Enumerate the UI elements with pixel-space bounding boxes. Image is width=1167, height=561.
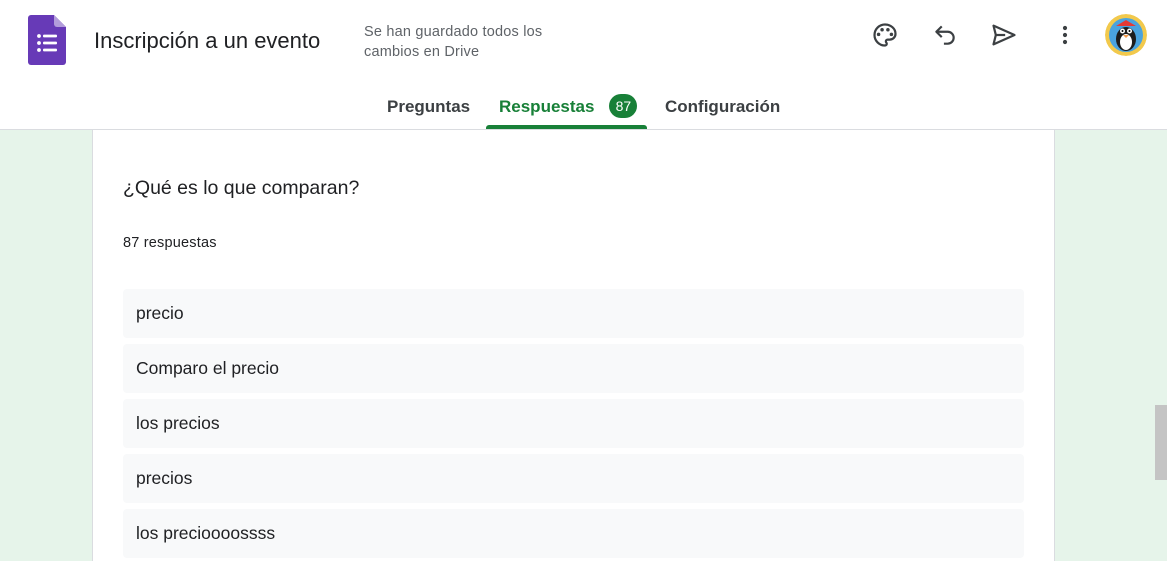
list-item: los precioooossss [123, 509, 1024, 558]
palette-icon [873, 23, 897, 47]
question-title: ¿Qué es lo que comparan? [123, 177, 360, 199]
active-tab-indicator [486, 125, 647, 129]
undo-button[interactable] [924, 14, 966, 56]
send-button[interactable] [983, 14, 1025, 56]
tab-label: Configuración [665, 97, 781, 116]
list-item: Comparo el precio [123, 344, 1024, 393]
response-count-badge: 87 [609, 94, 638, 118]
user-avatar[interactable] [1105, 14, 1147, 56]
tab-bar: Preguntas Respuestas 87 Configuración [0, 86, 1167, 130]
form-title[interactable]: Inscripción a un evento [94, 28, 320, 54]
more-options-button[interactable] [1044, 14, 1086, 56]
more-vert-icon [1062, 25, 1068, 45]
question-summary-card: ¿Qué es lo que comparan? 87 respuestas p… [92, 130, 1055, 561]
tab-label: Respuestas [499, 97, 595, 116]
palette-button[interactable] [864, 14, 906, 56]
response-count: 87 respuestas [123, 235, 217, 251]
tab-respuestas[interactable]: Respuestas 87 [499, 86, 638, 130]
list-item: precios [123, 454, 1024, 503]
tab-configuracion[interactable]: Configuración [665, 86, 780, 130]
tab-label: Preguntas [387, 97, 471, 116]
google-forms-icon[interactable] [28, 15, 66, 65]
scrollbar-thumb[interactable] [1155, 405, 1167, 480]
tab-preguntas[interactable]: Preguntas [387, 86, 470, 130]
undo-icon [935, 25, 955, 45]
send-icon [992, 24, 1016, 46]
list-item: los precios [123, 399, 1024, 448]
app-header: Inscripción a un evento Se han guardado … [0, 0, 1167, 130]
save-status: Se han guardado todos los cambios en Dri… [364, 24, 543, 60]
list-item: precio [123, 289, 1024, 338]
answer-list: precio Comparo el precio los precios pre… [123, 289, 1024, 561]
